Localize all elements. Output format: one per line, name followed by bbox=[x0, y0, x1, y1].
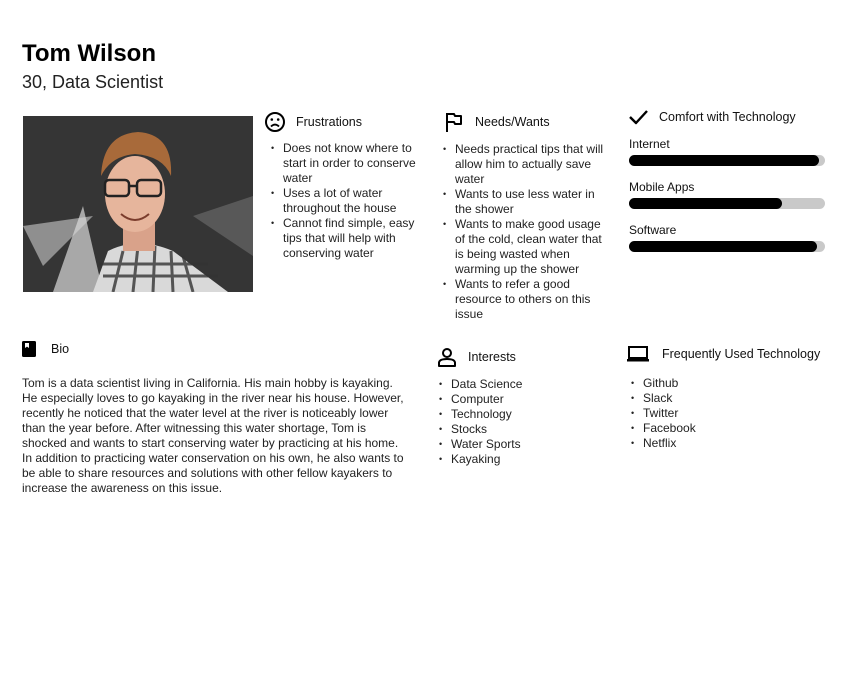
comfort-bar-track bbox=[629, 241, 825, 252]
book-icon bbox=[21, 338, 37, 360]
persona-name: Tom Wilson bbox=[22, 40, 156, 67]
frustrations-list: Does not know where to start in order to… bbox=[271, 141, 416, 261]
list-item: Technology bbox=[439, 407, 606, 422]
list-item: Uses a lot of water throughout the house bbox=[271, 186, 416, 216]
comfort-bar-track bbox=[629, 198, 825, 209]
check-icon bbox=[627, 106, 649, 128]
comfort-bar-fill bbox=[629, 241, 818, 252]
comfort-bar-row: Mobile Apps bbox=[629, 180, 837, 209]
needs-title: Needs/Wants bbox=[475, 115, 550, 129]
list-item: Kayaking bbox=[439, 452, 606, 467]
bio-header: Bio bbox=[21, 338, 421, 360]
list-item: Stocks bbox=[439, 422, 606, 437]
comfort-header: Comfort with Technology bbox=[627, 106, 837, 128]
laptop-icon bbox=[626, 343, 650, 365]
list-item: Slack bbox=[631, 391, 841, 406]
list-item: Water Sports bbox=[439, 437, 606, 452]
bio-title: Bio bbox=[51, 342, 70, 356]
comfort-bars: Internet Mobile Apps Software bbox=[629, 137, 837, 252]
interests-list: Data Science Computer Technology Stocks … bbox=[439, 377, 606, 467]
comfort-bar-label: Software bbox=[629, 223, 677, 237]
needs-list: Needs practical tips that will allow him… bbox=[443, 142, 605, 322]
list-item: Twitter bbox=[631, 406, 841, 421]
persona-subtitle: 30, Data Scientist bbox=[22, 72, 164, 92]
comfort-bar-label: Internet bbox=[629, 137, 670, 151]
interests-section: Interests Data Science Computer Technolo… bbox=[436, 346, 606, 467]
interests-title: Interests bbox=[468, 350, 516, 364]
needs-header: Needs/Wants bbox=[443, 111, 613, 133]
flag-icon bbox=[443, 111, 465, 133]
list-item: Facebook bbox=[631, 421, 841, 436]
comfort-section: Comfort with Technology Internet Mobile A… bbox=[627, 106, 837, 266]
list-item: Netflix bbox=[631, 436, 841, 451]
list-item: Github bbox=[631, 376, 841, 391]
profile-photo-illustration bbox=[23, 116, 253, 292]
list-item: Needs practical tips that will allow him… bbox=[443, 142, 605, 187]
bio-section: Bio Tom is a data scientist living in Ca… bbox=[21, 338, 421, 496]
list-item: Does not know where to start in order to… bbox=[271, 141, 416, 186]
frustrations-header: Frustrations bbox=[264, 111, 424, 133]
list-item: Wants to use less water in the shower bbox=[443, 187, 605, 217]
tech-header: Frequently Used Technology bbox=[626, 343, 841, 365]
list-item: Cannot find simple, easy tips that will … bbox=[271, 216, 416, 261]
comfort-bar-row: Software bbox=[629, 223, 837, 252]
comfort-bar-label: Mobile Apps bbox=[629, 180, 695, 194]
frustrations-title: Frustrations bbox=[296, 115, 362, 129]
interests-header: Interests bbox=[436, 346, 606, 368]
sad-face-icon bbox=[264, 111, 286, 133]
tech-section: Frequently Used Technology Github Slack … bbox=[626, 343, 841, 451]
frustrations-section: Frustrations Does not know where to star… bbox=[264, 111, 424, 261]
list-item: Computer bbox=[439, 392, 606, 407]
list-item: Data Science bbox=[439, 377, 606, 392]
comfort-bar-fill bbox=[629, 198, 782, 209]
person-icon bbox=[436, 346, 458, 368]
needs-section: Needs/Wants Needs practical tips that wi… bbox=[443, 111, 613, 322]
list-item: Wants to make good usage of the cold, cl… bbox=[443, 217, 605, 277]
comfort-bar-track bbox=[629, 155, 825, 166]
comfort-bar-fill bbox=[629, 155, 820, 166]
profile-photo bbox=[23, 116, 253, 292]
list-item: Wants to refer a good resource to others… bbox=[443, 277, 605, 322]
tech-list: Github Slack Twitter Facebook Netflix bbox=[631, 376, 841, 451]
bio-text: Tom is a data scientist living in Califo… bbox=[22, 376, 404, 495]
comfort-title: Comfort with Technology bbox=[659, 110, 796, 124]
comfort-bar-row: Internet bbox=[629, 137, 837, 166]
tech-title: Frequently Used Technology bbox=[662, 347, 821, 361]
